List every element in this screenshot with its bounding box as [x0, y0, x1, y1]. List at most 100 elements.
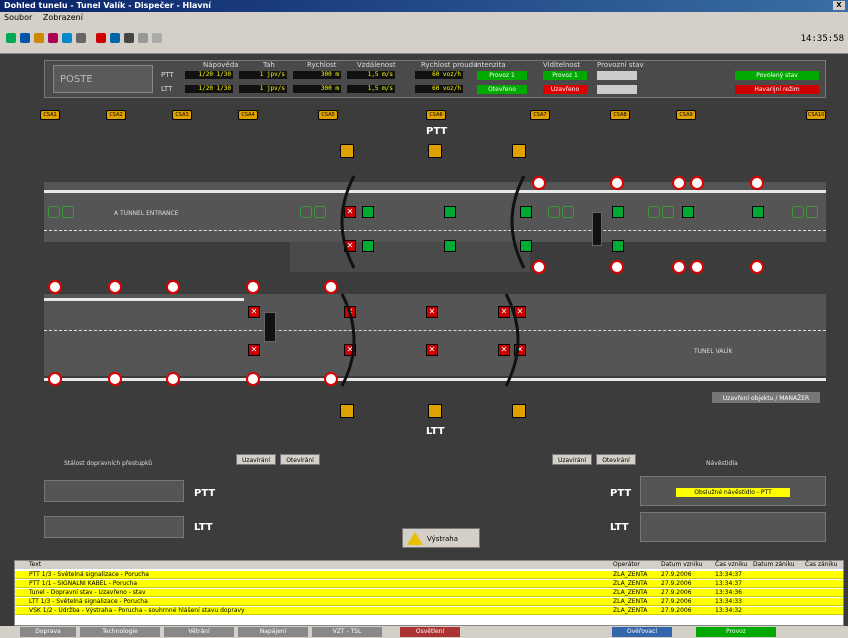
lane-closed-signal[interactable]: ✕ — [248, 306, 260, 318]
lane-open-signal[interactable] — [682, 206, 694, 218]
toolbar-icon[interactable] — [76, 33, 86, 43]
lane-open-signal[interactable] — [444, 240, 456, 252]
footer-vzt[interactable]: VZT - TSL — [312, 627, 382, 637]
ltt-value: 1 jpv/s — [239, 85, 287, 93]
open-button-left[interactable]: Otevírání — [280, 454, 320, 465]
footer-doprava[interactable]: Doprava — [20, 627, 76, 637]
speed-limit-sign[interactable] — [672, 260, 686, 274]
open-button-right[interactable]: Otevírání — [596, 454, 636, 465]
alarm-time: 13:34:37 — [715, 571, 742, 578]
lane-closed-signal[interactable]: ✕ — [248, 344, 260, 356]
speed-limit-sign[interactable] — [690, 260, 704, 274]
close-button-left[interactable]: Uzavírání — [236, 454, 276, 465]
alarm-row[interactable]: LTT 1/3 - Světelná signalizace - Porucha… — [15, 598, 843, 606]
speed-limit-sign[interactable] — [108, 280, 122, 294]
ptt-value: 1 jpv/s — [239, 71, 287, 79]
lane-open-signal[interactable] — [362, 206, 374, 218]
speed-limit-sign[interactable] — [532, 176, 546, 190]
csa-pill[interactable]: CSA2 — [106, 110, 126, 120]
lane-open-signal[interactable] — [444, 206, 456, 218]
speed-limit-sign[interactable] — [750, 260, 764, 274]
camera-icon[interactable] — [428, 144, 442, 158]
menu-zobrazeni[interactable]: Zobrazení — [43, 13, 83, 22]
close-button[interactable]: X — [833, 1, 845, 10]
footer-napajeni[interactable]: Napájení — [238, 627, 308, 637]
portal-arc — [504, 293, 520, 387]
footer-osvetleni[interactable]: Osvětlení — [400, 627, 460, 637]
lane-closed-signal[interactable]: ✕ — [426, 306, 438, 318]
camera-icon[interactable] — [512, 404, 526, 418]
csa-pill[interactable]: CSA10 — [806, 110, 826, 120]
ltt-label-right: LTT — [610, 522, 629, 533]
ltt-signal-panel[interactable] — [640, 512, 826, 542]
speed-limit-sign[interactable] — [610, 176, 624, 190]
speed-limit-sign[interactable] — [672, 176, 686, 190]
camera-icon[interactable] — [512, 144, 526, 158]
road-edge — [44, 190, 826, 193]
lane-open-signal[interactable] — [752, 206, 764, 218]
menu-soubor[interactable]: Soubor — [4, 13, 32, 22]
camera-icon[interactable] — [340, 144, 354, 158]
alarm-row[interactable]: PTT 1/1 - SIGNÁLNÍ KABEL - Porucha ZLA_Z… — [15, 580, 843, 588]
toolbar-icon[interactable] — [20, 33, 30, 43]
csa-pill[interactable]: CSA7 — [530, 110, 550, 120]
csa-pill[interactable]: CSA6 — [426, 110, 446, 120]
alarm-row[interactable]: VSK 1/2 - Údržba - Výstraha - Porucha - … — [15, 607, 843, 615]
toolbar-icon[interactable] — [62, 33, 72, 43]
csa-pill[interactable]: CSA9 — [676, 110, 696, 120]
toolbar-icon[interactable] — [96, 33, 106, 43]
alarm-list[interactable]: Text Operátor Datum vzniku Čas vzniku Da… — [14, 560, 844, 626]
toolbar-icon[interactable] — [6, 33, 16, 43]
tube-label-top: PTT — [426, 126, 448, 137]
alarm-row[interactable]: PTT 1/3 - Světelná signalizace - Porucha… — [15, 571, 843, 579]
traffic-light-icon[interactable] — [592, 212, 602, 246]
ptt-sign-panel[interactable] — [44, 480, 184, 502]
camera-icon[interactable] — [428, 404, 442, 418]
speed-limit-sign[interactable] — [246, 280, 260, 294]
speed-limit-sign[interactable] — [166, 280, 180, 294]
speed-limit-sign[interactable] — [690, 176, 704, 190]
alarm-text: Tunel - Dopravní stav - Uzavřeno - stav — [29, 589, 146, 596]
close-button-right[interactable]: Uzavírání — [552, 454, 592, 465]
toolbar-icon[interactable] — [34, 33, 44, 43]
csa-pill[interactable]: CSA5 — [318, 110, 338, 120]
footer-overovaci[interactable]: Ověřovací — [612, 627, 672, 637]
csa-pill[interactable]: CSA1 — [40, 110, 60, 120]
close-object-button[interactable]: Uzavření objektu / MANAŽER — [712, 392, 820, 403]
footer-technologie[interactable]: Technologie — [80, 627, 160, 637]
header-4: Rychlost proudu — [421, 61, 478, 69]
lane-open-signal[interactable] — [612, 206, 624, 218]
toolbar-icon[interactable] — [48, 33, 58, 43]
speed-limit-sign[interactable] — [48, 372, 62, 386]
csa-pill[interactable]: CSA8 — [610, 110, 630, 120]
csa-pill[interactable]: CSA3 — [172, 110, 192, 120]
speed-limit-sign[interactable] — [750, 176, 764, 190]
toolbar-icon[interactable] — [110, 33, 120, 43]
speed-limit-sign[interactable] — [532, 260, 546, 274]
speed-limit-sign[interactable] — [48, 280, 62, 294]
speed-limit-sign[interactable] — [246, 372, 260, 386]
status-red: Uzavřeno — [543, 85, 587, 94]
speed-limit-sign[interactable] — [108, 372, 122, 386]
camera-icon[interactable] — [340, 404, 354, 418]
speed-limit-sign[interactable] — [166, 372, 180, 386]
speed-limit-sign[interactable] — [610, 260, 624, 274]
lane-closed-signal[interactable]: ✕ — [426, 344, 438, 356]
traffic-light-icon[interactable] — [264, 312, 276, 342]
toolbar-icon[interactable] — [124, 33, 134, 43]
lane-open-signal[interactable] — [362, 240, 374, 252]
footer-vetrani[interactable]: Větrání — [164, 627, 234, 637]
lane-open-signal[interactable] — [612, 240, 624, 252]
col-date-from: Datum vzniku — [661, 561, 703, 568]
portal-arc — [340, 175, 356, 269]
ltt-sign-panel[interactable] — [44, 516, 184, 538]
road-edge — [44, 378, 826, 381]
toolbar-icon[interactable] — [152, 33, 162, 43]
footer-provoz[interactable]: Provoz — [696, 627, 776, 637]
csa-pill[interactable]: CSA4 — [238, 110, 258, 120]
warning-button[interactable]: Výstraha — [402, 528, 480, 548]
toolbar-icon[interactable] — [138, 33, 148, 43]
footer-bar: Doprava Technologie Větrání Napájení VZT… — [0, 626, 848, 638]
alarm-date: 27.9.2006 — [661, 589, 692, 596]
alarm-row[interactable]: Tunel - Dopravní stav - Uzavřeno - stav … — [15, 589, 843, 597]
